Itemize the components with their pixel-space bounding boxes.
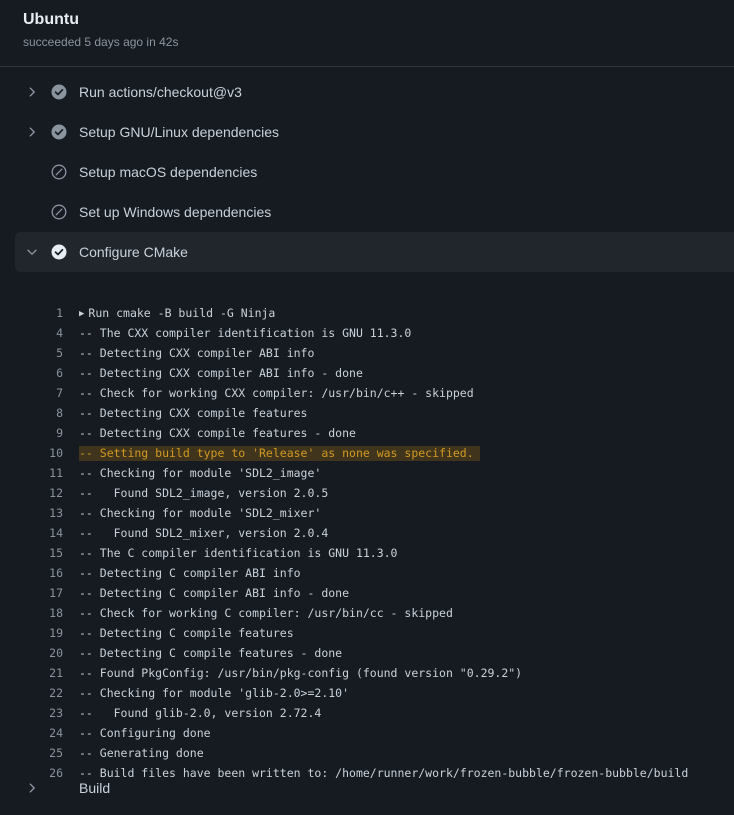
job-title: Ubuntu [23, 11, 79, 28]
log-line: 6 -- Detecting CXX compiler ABI info - do… [0, 363, 734, 383]
step-label: Setup macOS dependencies [79, 164, 258, 180]
line-number[interactable]: 8 [0, 403, 63, 423]
chevron-down-icon[interactable] [25, 245, 39, 259]
line-number[interactable]: 12 [0, 483, 63, 503]
step-list: Run actions/checkout@v3 Setup GNU/Linux d… [0, 67, 734, 272]
log-text: -- Found SDL2_image, version 2.0.5 [79, 486, 329, 500]
job-status-text: succeeded 5 days ago in 42s [23, 35, 179, 49]
log-text: -- Checking for module 'glib-2.0>=2.10' [79, 686, 350, 700]
line-number[interactable]: 18 [0, 603, 63, 623]
line-number[interactable]: 6 [0, 363, 63, 383]
log-text: -- The CXX compiler identification is GN… [79, 326, 412, 340]
log-line: 4 -- The CXX compiler identification is G… [0, 323, 734, 343]
step-set-up-windows-dependencies[interactable]: Set up Windows dependencies [15, 192, 734, 232]
log-line: 17 -- Detecting C compiler ABI info - don… [0, 583, 734, 603]
log-text: -- Detecting CXX compile features [79, 406, 308, 420]
step-setup-macos-dependencies[interactable]: Setup macOS dependencies [15, 152, 734, 192]
job-header: Ubuntu succeeded 5 days ago in 42s [0, 0, 734, 67]
log-line: 13 -- Checking for module 'SDL2_mixer' [0, 503, 734, 523]
step-setup-gnu-linux-dependencies[interactable]: Setup GNU/Linux dependencies [15, 112, 734, 152]
log-text: -- The C compiler identification is GNU … [79, 546, 398, 560]
chevron-right-icon[interactable] [25, 781, 39, 795]
skipped-icon [51, 164, 67, 180]
step-label: Setup GNU/Linux dependencies [79, 124, 280, 140]
log-line: 18 -- Check for working C compiler: /usr/… [0, 603, 734, 623]
log-line: 14 -- Found SDL2_mixer, version 2.0.4 [0, 523, 734, 543]
log-text: ▶ Run cmake -B build -G Ninja [79, 303, 275, 324]
line-number[interactable]: 22 [0, 683, 63, 703]
line-number[interactable]: 14 [0, 523, 63, 543]
log-text: -- Configuring done [79, 726, 211, 740]
log-line: 9 -- Detecting CXX compile features - don… [0, 423, 734, 443]
log-text: -- Setting build type to 'Release' as no… [79, 443, 480, 463]
log-text: -- Detecting C compiler ABI info [79, 566, 301, 580]
log-line: 16 -- Detecting C compiler ABI info [0, 563, 734, 583]
log-line: 20 -- Detecting C compile features - done [0, 643, 734, 663]
log-text: -- Found SDL2_mixer, version 2.0.4 [79, 526, 329, 540]
check-circle-icon [51, 84, 67, 100]
log-line: 21 -- Found PkgConfig: /usr/bin/pkg-confi… [0, 663, 734, 683]
step-label: Run actions/checkout@v3 [79, 84, 242, 100]
log-line: 7 -- Check for working CXX compiler: /usr… [0, 383, 734, 403]
line-number[interactable]: 19 [0, 623, 63, 643]
log-text: -- Detecting C compiler ABI info - done [79, 586, 350, 600]
chevron-right-icon[interactable] [25, 125, 39, 139]
skipped-icon [51, 204, 67, 220]
log-group-title: Run cmake -B build -G Ninja [88, 306, 276, 320]
log-line: 25 -- Generating done [0, 743, 734, 763]
log-text: -- Detecting CXX compiler ABI info - don… [79, 366, 363, 380]
step-configure-cmake[interactable]: Configure CMake [15, 232, 734, 272]
log-line: 12 -- Found SDL2_image, version 2.0.5 [0, 483, 734, 503]
step-label: Configure CMake [79, 244, 188, 260]
line-number[interactable]: 13 [0, 503, 63, 523]
line-number[interactable]: 7 [0, 383, 63, 403]
log-line: 23 -- Found glib-2.0, version 2.72.4 [0, 703, 734, 723]
log-text: -- Found glib-2.0, version 2.72.4 [79, 706, 322, 720]
log-line: 22 -- Checking for module 'glib-2.0>=2.10… [0, 683, 734, 703]
line-number[interactable]: 10 [0, 443, 63, 463]
expand-triangle-icon[interactable]: ▶ [79, 304, 84, 324]
log-line: 24 -- Configuring done [0, 723, 734, 743]
log-line: 15 -- The C compiler identification is GN… [0, 543, 734, 563]
line-number[interactable]: 4 [0, 323, 63, 343]
check-circle-icon [51, 124, 67, 140]
line-number[interactable]: 16 [0, 563, 63, 583]
chevron-right-icon[interactable] [25, 85, 39, 99]
step-label: Build [79, 780, 111, 796]
check-circle-icon [51, 244, 67, 260]
log-text: -- Check for working C compiler: /usr/bi… [79, 606, 453, 620]
log-text: -- Checking for module 'SDL2_image' [79, 466, 322, 480]
line-number[interactable]: 20 [0, 643, 63, 663]
step-build[interactable]: Build [15, 768, 734, 808]
log-group-line[interactable]: 1 ▶ Run cmake -B build -G Ninja [0, 303, 734, 323]
log-text: -- Detecting C compile features - done [79, 646, 343, 660]
line-number[interactable]: 25 [0, 743, 63, 763]
line-number[interactable]: 24 [0, 723, 63, 743]
step-label: Set up Windows dependencies [79, 204, 272, 220]
log-line: 19 -- Detecting C compile features [0, 623, 734, 643]
log-line: 11 -- Checking for module 'SDL2_image' [0, 463, 734, 483]
line-number[interactable]: 11 [0, 463, 63, 483]
log-text: -- Generating done [79, 746, 204, 760]
line-number[interactable]: 5 [0, 343, 63, 363]
log-text: -- Detecting CXX compile features - done [79, 426, 356, 440]
log-output: 1 ▶ Run cmake -B build -G Ninja 4 -- The CXX… [0, 272, 734, 780]
log-text: -- Found PkgConfig: /usr/bin/pkg-config … [79, 666, 523, 680]
log-line: 10 -- Setting build type to 'Release' as … [0, 443, 734, 463]
log-text: -- Detecting C compile features [79, 626, 294, 640]
line-number[interactable]: 23 [0, 703, 63, 723]
log-line: 5 -- Detecting CXX compiler ABI info [0, 343, 734, 363]
line-number[interactable]: 15 [0, 543, 63, 563]
log-line: 8 -- Detecting CXX compile features [0, 403, 734, 423]
log-text: -- Check for working CXX compiler: /usr/… [79, 386, 474, 400]
line-number[interactable]: 1 [0, 303, 63, 323]
step-run-actions-checkout-v3[interactable]: Run actions/checkout@v3 [15, 72, 734, 112]
log-text: -- Checking for module 'SDL2_mixer' [79, 506, 322, 520]
line-number[interactable]: 17 [0, 583, 63, 603]
log-text: -- Detecting CXX compiler ABI info [79, 346, 315, 360]
line-number[interactable]: 21 [0, 663, 63, 683]
line-number[interactable]: 9 [0, 423, 63, 443]
after-step-list: Build [0, 768, 734, 808]
